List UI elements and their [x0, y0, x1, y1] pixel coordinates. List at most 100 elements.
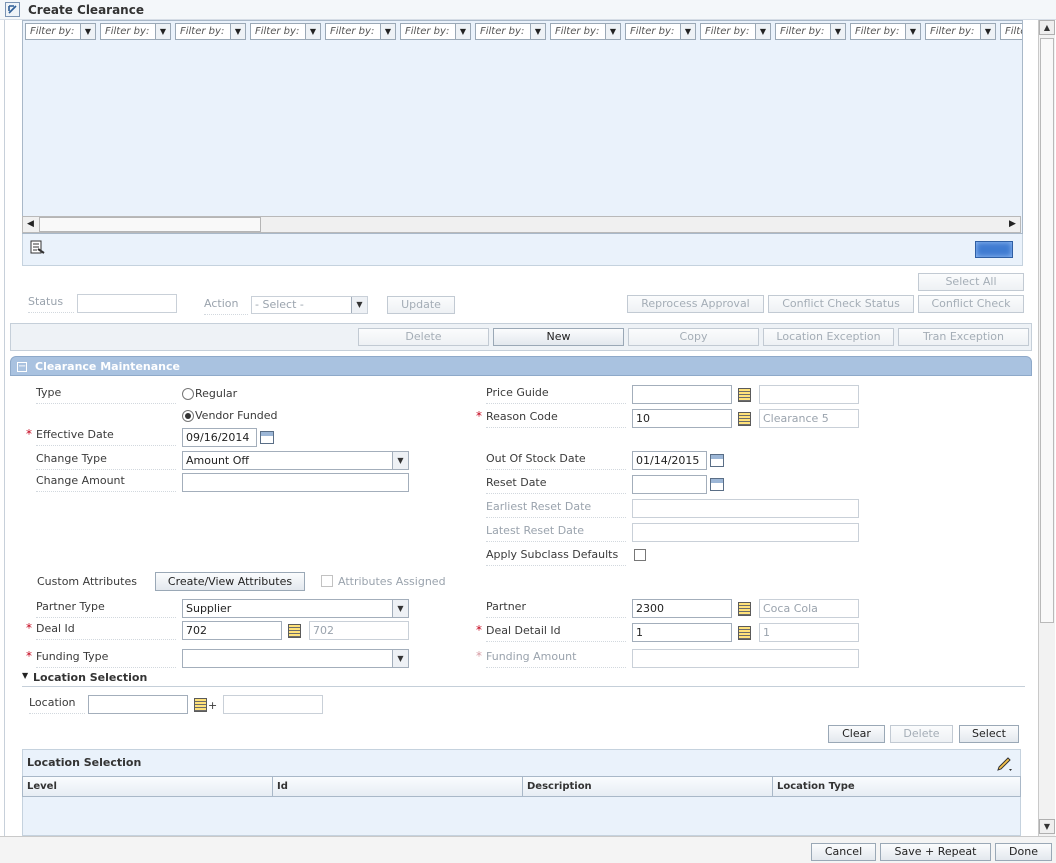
filter-field[interactable]: Filter by: ▼	[925, 23, 996, 40]
chevron-down-icon[interactable]: ▼	[392, 452, 408, 469]
chevron-down-icon[interactable]: ▼	[455, 24, 470, 39]
change-amount-label: Change Amount	[36, 474, 176, 492]
chevron-down-icon[interactable]: ▼	[305, 24, 320, 39]
action-select[interactable]: - Select - ▼	[251, 296, 368, 314]
effective-date-field[interactable]: 09/16/2014	[182, 428, 257, 447]
column-header-description[interactable]: Description	[523, 777, 773, 796]
filter-field[interactable]: Filter by: ▼	[850, 23, 921, 40]
delete-button[interactable]: Delete	[358, 328, 489, 346]
filter-field[interactable]: Filter by: ▼	[100, 23, 171, 40]
save-repeat-button[interactable]: Save + Repeat	[880, 843, 991, 861]
column-header-id[interactable]: Id	[273, 777, 523, 796]
price-guide-field[interactable]	[632, 385, 732, 404]
conflict-check-status-button[interactable]: Conflict Check Status	[768, 295, 914, 313]
out-of-stock-date-field[interactable]: 01/14/2015	[632, 451, 707, 470]
chevron-down-icon[interactable]: ▼	[351, 297, 367, 313]
required-marker: *	[476, 649, 482, 663]
calendar-icon[interactable]	[710, 454, 724, 467]
filter-field[interactable]: Filter by: ▼	[25, 23, 96, 40]
apply-subclass-defaults-checkbox[interactable]	[634, 549, 646, 561]
filter-field[interactable]: Filter by: ▼	[700, 23, 771, 40]
lookup-icon[interactable]	[738, 626, 751, 640]
expand-triangle-icon[interactable]: ▼	[22, 671, 28, 680]
filter-field[interactable]: Filter by: ▼	[250, 23, 321, 40]
tran-exception-button[interactable]: Tran Exception	[898, 328, 1029, 346]
partner-type-select[interactable]: Supplier ▼	[182, 599, 409, 618]
filter-field[interactable]: Filter by: ▼	[775, 23, 846, 40]
lookup-icon[interactable]	[738, 602, 751, 616]
location-field[interactable]	[88, 695, 188, 714]
reason-code-field[interactable]: 10	[632, 409, 732, 428]
chevron-down-icon[interactable]: ▼	[605, 24, 620, 39]
column-header-location-type[interactable]: Location Type	[773, 777, 1020, 796]
deal-id-field[interactable]: 702	[182, 621, 282, 640]
chevron-down-icon[interactable]: ▼	[980, 24, 995, 39]
chevron-down-icon[interactable]: ▼	[392, 650, 408, 667]
export-icon[interactable]	[29, 240, 45, 254]
funding-type-select[interactable]: ▼	[182, 649, 409, 668]
type-regular-radio[interactable]	[182, 388, 194, 400]
scroll-right-icon[interactable]: ▶	[1005, 217, 1020, 232]
reprocess-approval-button[interactable]: Reprocess Approval	[627, 295, 764, 313]
select-all-button[interactable]: Select All	[918, 273, 1024, 291]
clear-button[interactable]: Clear	[828, 725, 885, 743]
clearance-maintenance-header[interactable]: − Clearance Maintenance	[10, 356, 1032, 376]
type-vendor-funded-radio[interactable]	[182, 410, 194, 422]
lookup-icon[interactable]	[738, 388, 751, 402]
filter-field[interactable]: Filter by: ▼	[400, 23, 471, 40]
calendar-icon[interactable]	[260, 431, 274, 444]
location-description	[223, 695, 323, 714]
status-field[interactable]	[77, 294, 177, 313]
location-selection-header[interactable]: ▼ Location Selection	[22, 671, 1025, 687]
filter-field[interactable]: Filter by: ▼	[325, 23, 396, 40]
filter-field[interactable]: Filter by: ▼	[475, 23, 546, 40]
add-icon[interactable]: +	[208, 699, 217, 712]
chevron-down-icon[interactable]: ▼	[680, 24, 695, 39]
chevron-down-icon[interactable]: ▼	[80, 24, 95, 39]
detach-button[interactable]	[975, 241, 1013, 258]
cancel-button[interactable]: Cancel	[811, 843, 876, 861]
chevron-down-icon[interactable]: ▼	[905, 24, 920, 39]
chevron-down-icon[interactable]: ▼	[392, 600, 408, 617]
filter-field[interactable]: Filter by: ▼	[625, 23, 696, 40]
deal-detail-id-field[interactable]: 1	[632, 623, 732, 642]
calendar-icon[interactable]	[710, 478, 724, 491]
partner-field[interactable]: 2300	[632, 599, 732, 618]
filter-field[interactable]: Filte▼	[1000, 23, 1022, 40]
collapse-icon[interactable]: −	[17, 362, 27, 372]
change-type-select[interactable]: Amount Off ▼	[182, 451, 409, 470]
location-exception-button[interactable]: Location Exception	[763, 328, 894, 346]
copy-button[interactable]: Copy	[628, 328, 759, 346]
scroll-down-icon[interactable]: ▼	[1039, 819, 1055, 834]
chevron-down-icon[interactable]: ▼	[755, 24, 770, 39]
scroll-up-icon[interactable]: ▲	[1039, 20, 1055, 35]
chevron-down-icon[interactable]: ▼	[155, 24, 170, 39]
done-button[interactable]: Done	[995, 843, 1052, 861]
lookup-icon[interactable]	[738, 412, 751, 426]
create-view-attributes-button[interactable]: Create/View Attributes	[155, 572, 305, 591]
new-button[interactable]: New	[493, 328, 624, 346]
scroll-left-icon[interactable]: ◀	[23, 217, 38, 232]
chevron-down-icon[interactable]: ▼	[530, 24, 545, 39]
location-delete-button[interactable]: Delete	[890, 725, 953, 743]
select-button[interactable]: Select	[959, 725, 1019, 743]
filter-field[interactable]: Filter by: ▼	[175, 23, 246, 40]
reset-date-field[interactable]	[632, 475, 707, 494]
location-selection-title: Location Selection	[33, 671, 148, 684]
change-amount-field[interactable]	[182, 473, 409, 492]
deal-id-label: Deal Id	[36, 622, 176, 640]
horizontal-scrollbar[interactable]: ◀ ▶	[22, 216, 1021, 233]
conflict-check-button[interactable]: Conflict Check	[918, 295, 1024, 313]
filter-field[interactable]: Filter by: ▼	[550, 23, 621, 40]
horizontal-scrollbar-thumb[interactable]	[39, 217, 261, 232]
chevron-down-icon[interactable]: ▼	[380, 24, 395, 39]
update-button[interactable]: Update	[387, 296, 455, 314]
chevron-down-icon[interactable]: ▼	[230, 24, 245, 39]
lookup-icon[interactable]	[288, 624, 301, 638]
scrollbar-thumb[interactable]	[1040, 38, 1054, 623]
column-header-level[interactable]: Level	[23, 777, 273, 796]
lookup-icon[interactable]	[194, 698, 207, 712]
edit-pencil-icon[interactable]	[996, 753, 1014, 774]
chevron-down-icon[interactable]: ▼	[830, 24, 845, 39]
vertical-scrollbar[interactable]: ▲ ▼	[1038, 20, 1055, 836]
